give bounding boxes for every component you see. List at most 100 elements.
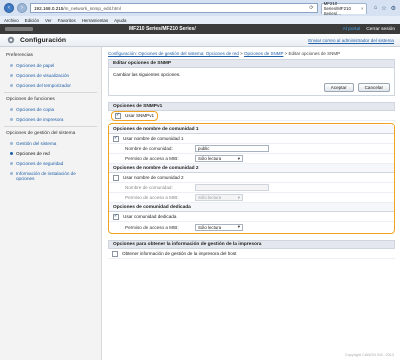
snmpv1-checkbox[interactable]: ✓ xyxy=(115,112,121,119)
window-controls: ⌂ ☆ ⚙ xyxy=(374,5,396,12)
dedicated-checkbox[interactable]: ✓ xyxy=(113,213,119,220)
community2-checkbox[interactable] xyxy=(113,174,119,181)
menu-herramientas[interactable]: Herramientas xyxy=(82,18,108,23)
sidebar-item-temporizador[interactable]: Opciones del temporizador xyxy=(0,80,101,90)
community2-perm-row: Permiso de acceso a MIB: Sólo lectura ▾ xyxy=(109,193,394,203)
sidebar-item-seguridad[interactable]: Opciones de seguridad xyxy=(0,158,101,168)
menu-edicion[interactable]: Edición xyxy=(25,18,39,23)
dedicated-use-row: ✓ Usar comunidad dedicada xyxy=(109,212,394,222)
community1-perm-row: Permiso de acceso a MIB: Sólo lectura ▾ xyxy=(109,154,394,164)
portal-link[interactable]: Al portal xyxy=(343,27,361,32)
sidebar: Preferencias Opciones de papel Opciones … xyxy=(0,47,102,360)
breadcrumb-current: Editar opciones de SNMP xyxy=(288,51,341,56)
web-page: MF210 Series/MF210 Series/ Al portal Cer… xyxy=(0,24,400,360)
sidebar-item-visualizacion[interactable]: Opciones de visualización xyxy=(0,70,101,80)
menu-favoritos[interactable]: Favoritos xyxy=(58,18,76,23)
accept-button[interactable]: Aceptar xyxy=(323,83,354,92)
menu-archivo[interactable]: Archivo xyxy=(4,18,19,23)
community1-name-row: Nombre de comunidad: public xyxy=(109,144,394,154)
breadcrumb-red[interactable]: Configuración: Opciones de gestión del s… xyxy=(108,51,239,56)
printer-mgmt-row: Obtener información de gestión de la imp… xyxy=(108,249,395,259)
brand-logo xyxy=(5,27,33,31)
dedicated-perm-select[interactable]: Sólo lectura ▾ xyxy=(195,223,243,231)
mail-admin-link[interactable]: Enviar correo al administrador del siste… xyxy=(308,38,394,43)
community1-perm-value: Sólo lectura xyxy=(198,156,222,161)
community2-perm-label: Permiso de acceso a MIB: xyxy=(125,195,179,200)
sidebar-section-title: Opciones de gestión del sistema xyxy=(6,131,76,136)
logout-link[interactable]: Cerrar sesión xyxy=(366,27,395,32)
community1-name-label: Nombre de comunidad: xyxy=(125,146,173,151)
browser-tab[interactable]: MF210 Series/MF210 Series/... × xyxy=(320,1,367,16)
chevron-down-icon: ▾ xyxy=(237,194,240,200)
dedicated-title: Opciones de comunidad dedicada xyxy=(109,203,394,212)
menu-bar: Archivo Edición Ver Favoritos Herramient… xyxy=(0,16,400,24)
community1-perm-label: Permiso de acceso a MIB: xyxy=(125,156,179,161)
dedicated-perm-row: Permiso de acceso a MIB: Sólo lectura ▾ xyxy=(109,222,394,232)
top-bar: MF210 Series/MF210 Series/ Al portal Cer… xyxy=(0,24,400,34)
community2-name-input[interactable] xyxy=(195,184,269,191)
page-title: Configuración xyxy=(20,36,67,44)
sidebar-section-title: Opciones de funciones xyxy=(6,97,55,102)
sidebar-item-gestion[interactable]: Gestión del sistema xyxy=(0,138,101,148)
back-arrow-icon[interactable]: ‹ xyxy=(4,3,14,13)
community1-use-row: ✓ Usar nombre de comunidad 1 xyxy=(109,134,394,144)
edit-panel-title: Editar opciones de SNMP xyxy=(108,59,395,68)
dedicated-perm-value: Sólo lectura xyxy=(198,224,222,230)
community2-use-row: Usar nombre de comunidad 2 xyxy=(109,173,394,183)
config-header: Configuración Enviar correo al administr… xyxy=(0,34,400,47)
cancel-button[interactable]: Cancelar xyxy=(357,83,390,92)
community2-use-label: Usar nombre de comunidad 2 xyxy=(123,175,184,180)
sidebar-item-impresora[interactable]: Opciones de impresora xyxy=(0,114,101,124)
browser-toolbar: ‹ › 192.168.0.215 /m_network_snmp_edit.h… xyxy=(0,0,400,16)
edit-description: Cambiar las siguientes opciones. xyxy=(113,72,181,77)
sidebar-item-papel[interactable]: Opciones de papel xyxy=(0,60,101,70)
community2-name-label: Nombre de comunidad: xyxy=(125,185,173,190)
dedicated-use-label: Usar comunidad dedicada xyxy=(123,214,177,219)
community2-title: Opciones de nombre de comunidad 2 xyxy=(109,164,394,173)
dedicated-perm-label: Permiso de acceso a MIB: xyxy=(125,224,179,230)
edit-panel: Cambiar las siguientes opciones. Aceptar… xyxy=(108,68,395,96)
community1-name-input[interactable]: public xyxy=(195,145,269,152)
sidebar-section-title: Preferencias xyxy=(6,53,33,58)
address-bar[interactable]: 192.168.0.215 /m_network_snmp_edit.html … xyxy=(30,3,318,13)
tab-label: MF210 Series/MF210 Series/... xyxy=(323,1,351,16)
address-host: 192.168.0.215 xyxy=(34,5,64,11)
printer-mgmt-label: Obtener información de gestión de la imp… xyxy=(122,251,237,256)
sidebar-item-copia[interactable]: Opciones de copia xyxy=(0,104,101,114)
chevron-down-icon: ▾ xyxy=(237,155,240,161)
breadcrumb: Configuración: Opciones de gestión del s… xyxy=(108,51,341,56)
sidebar-divider xyxy=(4,126,97,127)
snmpv1-row: ✓ Usar SNMPv1 xyxy=(108,110,395,121)
sidebar-divider xyxy=(4,92,97,93)
chevron-down-icon: ▾ xyxy=(237,224,240,229)
close-icon[interactable]: × xyxy=(361,6,364,11)
menu-ver[interactable]: Ver xyxy=(45,18,52,23)
sidebar-item-red[interactable]: Opciones de red xyxy=(0,148,101,158)
community1-use-label: Usar nombre de comunidad 1 xyxy=(123,136,184,141)
breadcrumb-snmp[interactable]: Opciones de SNMP xyxy=(244,51,283,56)
community2-perm-select[interactable]: Sólo lectura ▾ xyxy=(195,194,243,201)
star-icon[interactable]: ☆ xyxy=(381,5,386,12)
community1-perm-select[interactable]: Sólo lectura ▾ xyxy=(195,155,243,162)
gear-icon[interactable]: ⚙ xyxy=(391,5,396,12)
settings-icon xyxy=(7,36,15,44)
home-icon[interactable]: ⌂ xyxy=(374,5,378,12)
snmpv1-label: Usar SNMPv1 xyxy=(125,113,155,118)
snmpv1-highlight: ✓ Usar SNMPv1 xyxy=(110,110,159,121)
printer-mgmt-checkbox[interactable] xyxy=(112,250,118,257)
printer-mgmt-title: Opciones para obtener la información de … xyxy=(108,240,395,249)
main-content: Configuración: Opciones de gestión del s… xyxy=(103,47,400,360)
address-path: /m_network_snmp_edit.html xyxy=(63,5,121,11)
device-name: MF210 Series/MF210 Series/ xyxy=(129,26,196,32)
community2-name-row: Nombre de comunidad: xyxy=(109,183,394,193)
sidebar-item-instalacion[interactable]: Información de instalación de opciones xyxy=(0,168,101,183)
community-settings-group: Opciones de nombre de comunidad 1 ✓ Usar… xyxy=(108,123,395,234)
menu-ayuda[interactable]: Ayuda xyxy=(114,18,126,23)
refresh-icon[interactable]: ⟳ xyxy=(309,5,313,11)
copyright: Copyright CANON INC. 2013 xyxy=(344,353,394,357)
community1-checkbox[interactable]: ✓ xyxy=(113,135,119,142)
community1-title: Opciones de nombre de comunidad 1 xyxy=(109,125,394,134)
forward-arrow-icon[interactable]: › xyxy=(17,3,27,13)
snmpv1-section-title: Opciones de SNMPv1 xyxy=(108,102,395,111)
community2-perm-value: Sólo lectura xyxy=(198,195,222,200)
